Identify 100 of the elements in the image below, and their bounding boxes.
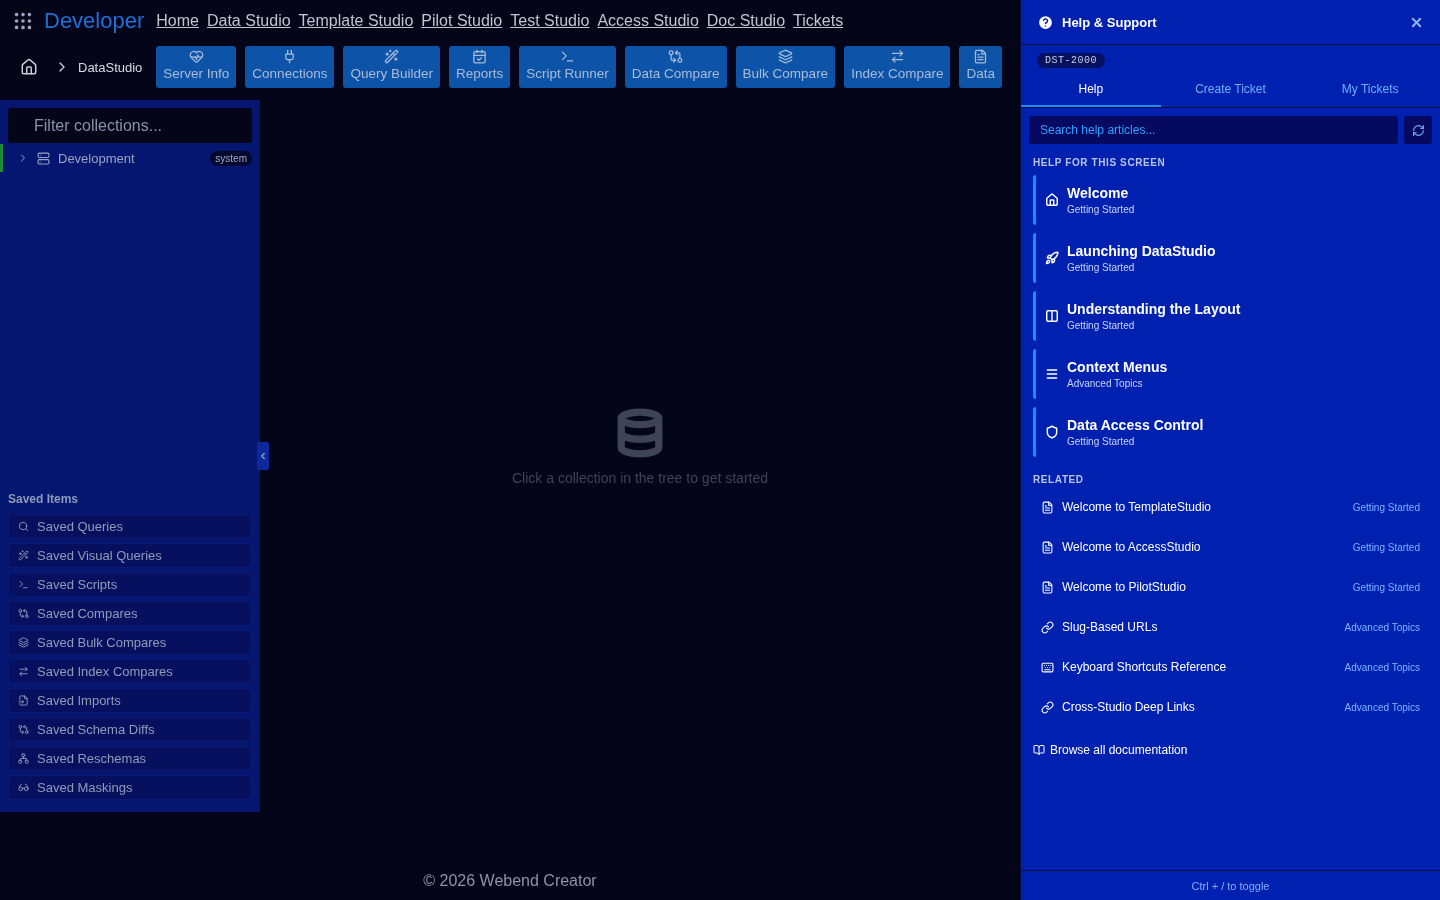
home-icon <box>1045 193 1059 207</box>
compare-arrows-icon <box>18 608 29 619</box>
section-title: HELP FOR THIS SCREEN <box>1032 156 1167 170</box>
saved-item[interactable]: Saved Bulk Compares <box>8 630 252 655</box>
link-icon <box>1041 700 1054 714</box>
section-title: Saved Items <box>8 492 80 506</box>
apps-grid-icon[interactable] <box>12 10 34 32</box>
compare-arrows-icon <box>668 49 684 64</box>
glasses-icon <box>18 782 29 793</box>
document-icon <box>973 49 989 64</box>
article-category: Advanced Topics <box>1067 378 1144 389</box>
layers-icon <box>18 637 29 648</box>
article-title: Welcome <box>1067 185 1130 201</box>
panel-tab[interactable]: Help <box>1021 72 1161 107</box>
nav-link[interactable]: Test Studio <box>510 12 590 30</box>
toolbar-button[interactable]: Script Runner <box>519 46 616 88</box>
nav-link[interactable]: Access Studio <box>597 12 699 30</box>
tree-item[interactable]: Development system <box>0 144 260 172</box>
toolbar-button[interactable]: Query Builder <box>343 46 440 88</box>
tree-badge: system <box>210 150 252 166</box>
app-title: Developer <box>44 8 145 34</box>
screen-code-badge: DST-2000 <box>1037 53 1105 68</box>
related-category: Advanced Topics <box>1344 661 1420 673</box>
article-category: Getting Started <box>1067 262 1136 273</box>
saved-item[interactable]: Saved Index Compares <box>8 659 252 684</box>
toolbar-button[interactable]: Bulk Compare <box>735 46 836 88</box>
related-title: Welcome to AccessStudio <box>1062 540 1202 554</box>
related-title: Welcome to TemplateStudio <box>1062 500 1212 514</box>
toolbar-button[interactable]: Server Info <box>156 46 237 88</box>
help-icon <box>1037 13 1054 31</box>
nav-link[interactable]: Data Studio <box>206 12 291 30</box>
article-card[interactable]: Context Menus Advanced Topics <box>1033 349 1440 399</box>
calendar-check-icon <box>472 49 488 64</box>
filter-field[interactable]: Filter collections... <box>8 108 252 143</box>
saved-item[interactable]: Saved Visual Queries <box>8 543 252 568</box>
toolbar-button[interactable]: Connections <box>245 46 335 88</box>
article-card[interactable]: Data Access Control Getting Started <box>1033 407 1440 457</box>
layers-icon <box>777 49 793 64</box>
saved-item[interactable]: Saved Maskings <box>8 775 252 800</box>
shield-icon <box>1045 425 1059 439</box>
saved-item[interactable]: Saved Compares <box>8 601 252 626</box>
article-title: Launching DataStudio <box>1067 243 1216 259</box>
terminal-icon <box>18 579 29 590</box>
related-item[interactable]: Welcome to PilotStudio Getting Started <box>1021 567 1440 607</box>
swap-arrows-icon <box>889 49 905 64</box>
article-card[interactable]: Launching DataStudio Getting Started <box>1033 233 1440 283</box>
nav-link[interactable]: Doc Studio <box>706 12 786 30</box>
nav-link[interactable]: Pilot Studio <box>421 12 503 30</box>
related-category: Getting Started <box>1352 581 1420 593</box>
toolbar-button[interactable]: Data Compare <box>624 46 727 88</box>
magic-wand-icon <box>18 550 29 561</box>
server-icon <box>37 151 50 165</box>
toolbar-button[interactable]: Data <box>959 46 1002 88</box>
tree-label: Development <box>58 150 136 166</box>
related-item[interactable]: Welcome to AccessStudio Getting Started <box>1021 527 1440 567</box>
saved-item[interactable]: Saved Reschemas <box>8 746 252 771</box>
saved-item[interactable]: Saved Queries <box>8 514 252 539</box>
saved-item[interactable]: Saved Scripts <box>8 572 252 597</box>
related-title: Cross-Studio Deep Links <box>1062 700 1196 714</box>
section-title: RELATED <box>1032 473 1085 487</box>
document-icon <box>1041 580 1054 594</box>
related-item[interactable]: Keyboard Shortcuts Reference Advanced Topics <box>1021 647 1440 687</box>
refresh-button[interactable] <box>1404 116 1432 144</box>
empty-message: Click a collection in the tree to get started <box>512 470 768 486</box>
network-icon <box>18 753 29 764</box>
article-category: Getting Started <box>1067 204 1135 215</box>
search-field[interactable]: Search help articles... <box>1029 116 1398 144</box>
nav-link[interactable]: Template Studio <box>298 12 414 30</box>
chevron-left-icon <box>258 451 268 461</box>
related-title: Slug-Based URLs <box>1062 620 1159 634</box>
database-icon <box>615 408 665 458</box>
related-item[interactable]: Welcome to TemplateStudio Getting Started <box>1021 487 1440 527</box>
related-item[interactable]: Cross-Studio Deep Links Advanced Topics <box>1021 687 1440 727</box>
article-card[interactable]: Welcome Getting Started <box>1033 175 1440 225</box>
related-category: Advanced Topics <box>1344 701 1420 713</box>
toolbar-button[interactable]: Index Compare <box>844 46 951 88</box>
toolbar-button[interactable]: Reports <box>448 46 511 88</box>
nav-link[interactable]: Home <box>156 12 199 30</box>
saved-item[interactable]: Saved Imports <box>8 688 252 713</box>
article-category: Getting Started <box>1067 436 1136 447</box>
browse-docs-link[interactable]: Browse all documentation <box>1033 743 1188 757</box>
collapse-handle[interactable] <box>257 442 269 470</box>
article-title: Data Access Control <box>1067 417 1204 433</box>
related-title: Welcome to PilotStudio <box>1062 580 1187 594</box>
related-item[interactable]: Slug-Based URLs Advanced Topics <box>1021 607 1440 647</box>
article-card[interactable]: Understanding the Layout Getting Started <box>1033 291 1440 341</box>
refresh-icon <box>1411 123 1425 137</box>
panel-tab[interactable]: My Tickets <box>1300 72 1440 107</box>
link-icon <box>1041 620 1054 634</box>
toggle-hint: Ctrl + / to toggle <box>1021 870 1440 900</box>
nav-link[interactable]: Tickets <box>793 12 844 30</box>
related-title: Keyboard Shortcuts Reference <box>1062 660 1228 674</box>
columns-icon <box>1045 309 1059 323</box>
related-category: Getting Started <box>1352 541 1420 553</box>
panel-tab[interactable]: Create Ticket <box>1160 72 1301 107</box>
home-icon[interactable] <box>20 58 38 76</box>
related-category: Advanced Topics <box>1344 621 1420 633</box>
article-title: Understanding the Layout <box>1067 301 1241 317</box>
related-category: Getting Started <box>1352 501 1420 513</box>
saved-item[interactable]: Saved Schema Diffs <box>8 717 252 742</box>
